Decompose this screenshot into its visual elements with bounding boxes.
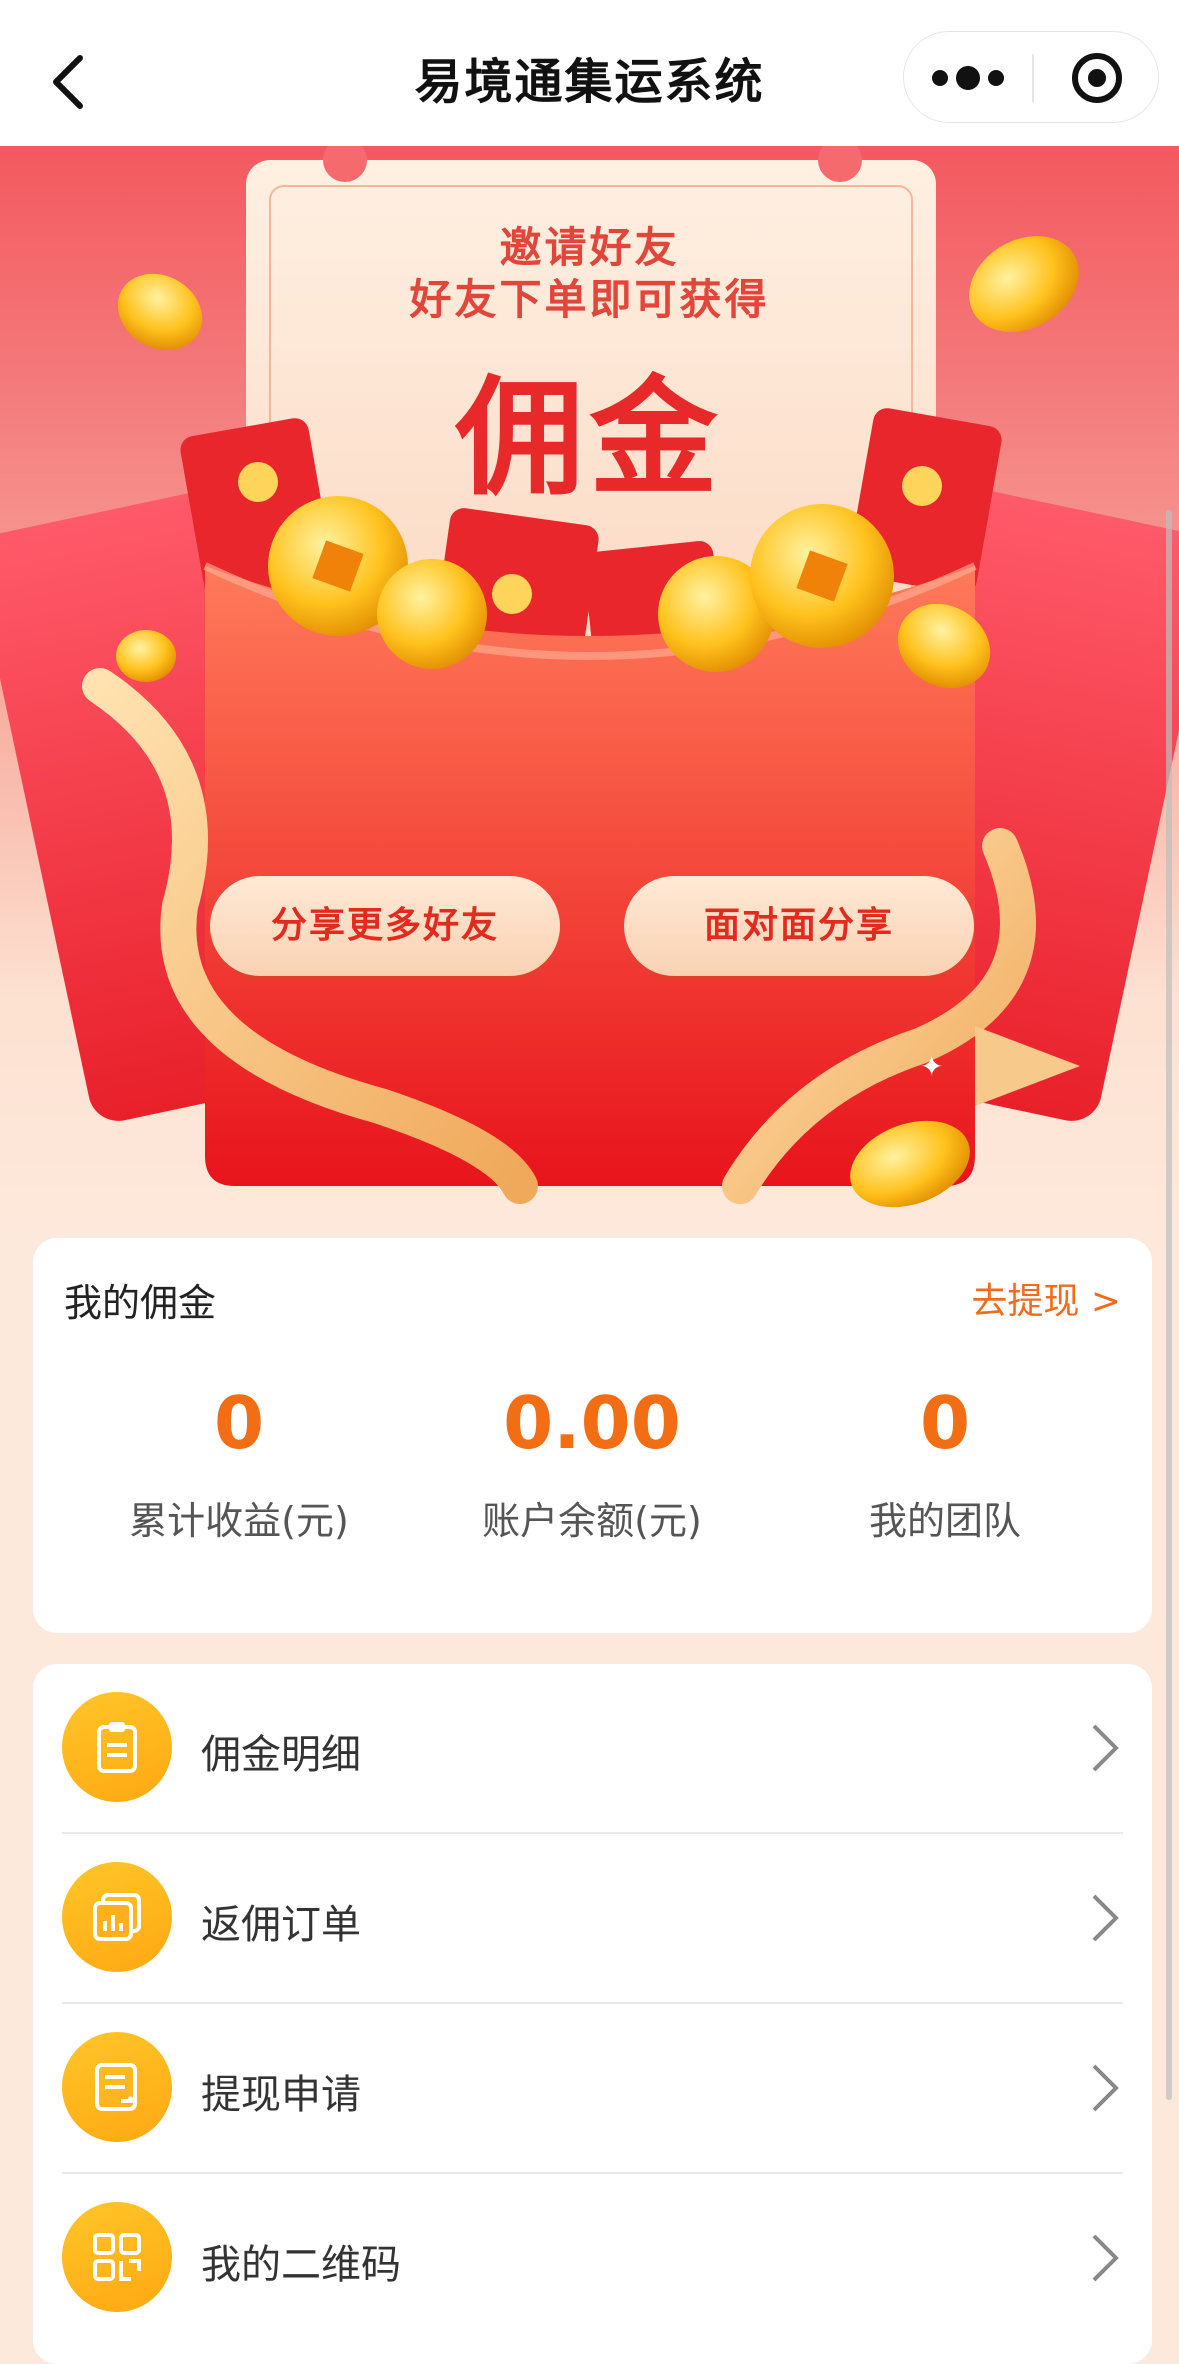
face-to-face-share-button[interactable]: 面对面分享 — [624, 876, 974, 976]
stat-total-earnings[interactable]: 0 累计收益(元) — [59, 1378, 419, 1545]
navbar: 易境通集运系统 — [0, 0, 1179, 146]
chevron-right-icon — [1092, 2234, 1119, 2282]
target-icon — [1072, 53, 1122, 103]
invite-banner: ✦ 邀请好友 好友下单即可获得 佣金 分享更多好友 面对面分享 — [0, 146, 1179, 1236]
more-button[interactable] — [904, 32, 1032, 124]
mini-program-capsule — [903, 31, 1159, 123]
stat-label: 账户余额(元) — [482, 1499, 702, 1543]
menu-item-my-qrcode[interactable]: 我的二维码 — [33, 2174, 1152, 2344]
menu-item-commission-detail[interactable]: 佣金明细 — [33, 1664, 1152, 1834]
chevron-right-icon — [1092, 1724, 1119, 1772]
stat-label: 累计收益(元) — [129, 1499, 349, 1543]
stat-value: 0.00 — [503, 1381, 681, 1465]
orders-icon — [62, 1862, 172, 1972]
withdraw-form-icon — [62, 2032, 172, 2142]
invite-line-2: 好友下单即可获得 — [409, 275, 770, 324]
menu-item-withdraw-application[interactable]: 提现申请 — [33, 2004, 1152, 2174]
qrcode-icon — [62, 2202, 172, 2312]
svg-text:✦: ✦ — [920, 1050, 943, 1083]
menu-item-label: 佣金明细 — [201, 1732, 361, 1778]
share-more-friends-button[interactable]: 分享更多好友 — [210, 876, 560, 976]
menu-item-label: 我的二维码 — [201, 2242, 401, 2288]
stat-label: 我的团队 — [868, 1499, 1021, 1543]
menu-item-label: 返佣订单 — [201, 1902, 361, 1948]
chevron-right-icon — [1092, 1894, 1119, 1942]
menu-item-rebate-orders[interactable]: 返佣订单 — [33, 1834, 1152, 2004]
clipboard-icon — [62, 1692, 172, 1802]
my-commission-card: 我的佣金 去提现 > 0 累计收益(元) 0.00 账户余额(元) 0 我的团队 — [33, 1238, 1152, 1633]
chevron-right-icon — [1092, 2064, 1119, 2112]
stat-value: 0 — [213, 1381, 265, 1465]
commission-menu: 佣金明细 返佣订单 提现申请 我的二维码 — [33, 1664, 1152, 2364]
close-miniprogram-button[interactable] — [1034, 32, 1160, 124]
commission-card-title: 我的佣金 — [64, 1281, 217, 1325]
commission-headline: 佣金 — [455, 364, 724, 513]
stat-value: 0 — [919, 1381, 971, 1465]
stat-my-team[interactable]: 0 我的团队 — [765, 1378, 1125, 1545]
menu-item-label: 提现申请 — [201, 2072, 361, 2118]
stat-account-balance[interactable]: 0.00 账户余额(元) — [412, 1378, 772, 1545]
go-withdraw-link[interactable]: 去提现 > — [971, 1272, 1121, 1324]
scrollbar[interactable] — [1166, 510, 1172, 2100]
more-dots-icon — [932, 66, 1004, 90]
